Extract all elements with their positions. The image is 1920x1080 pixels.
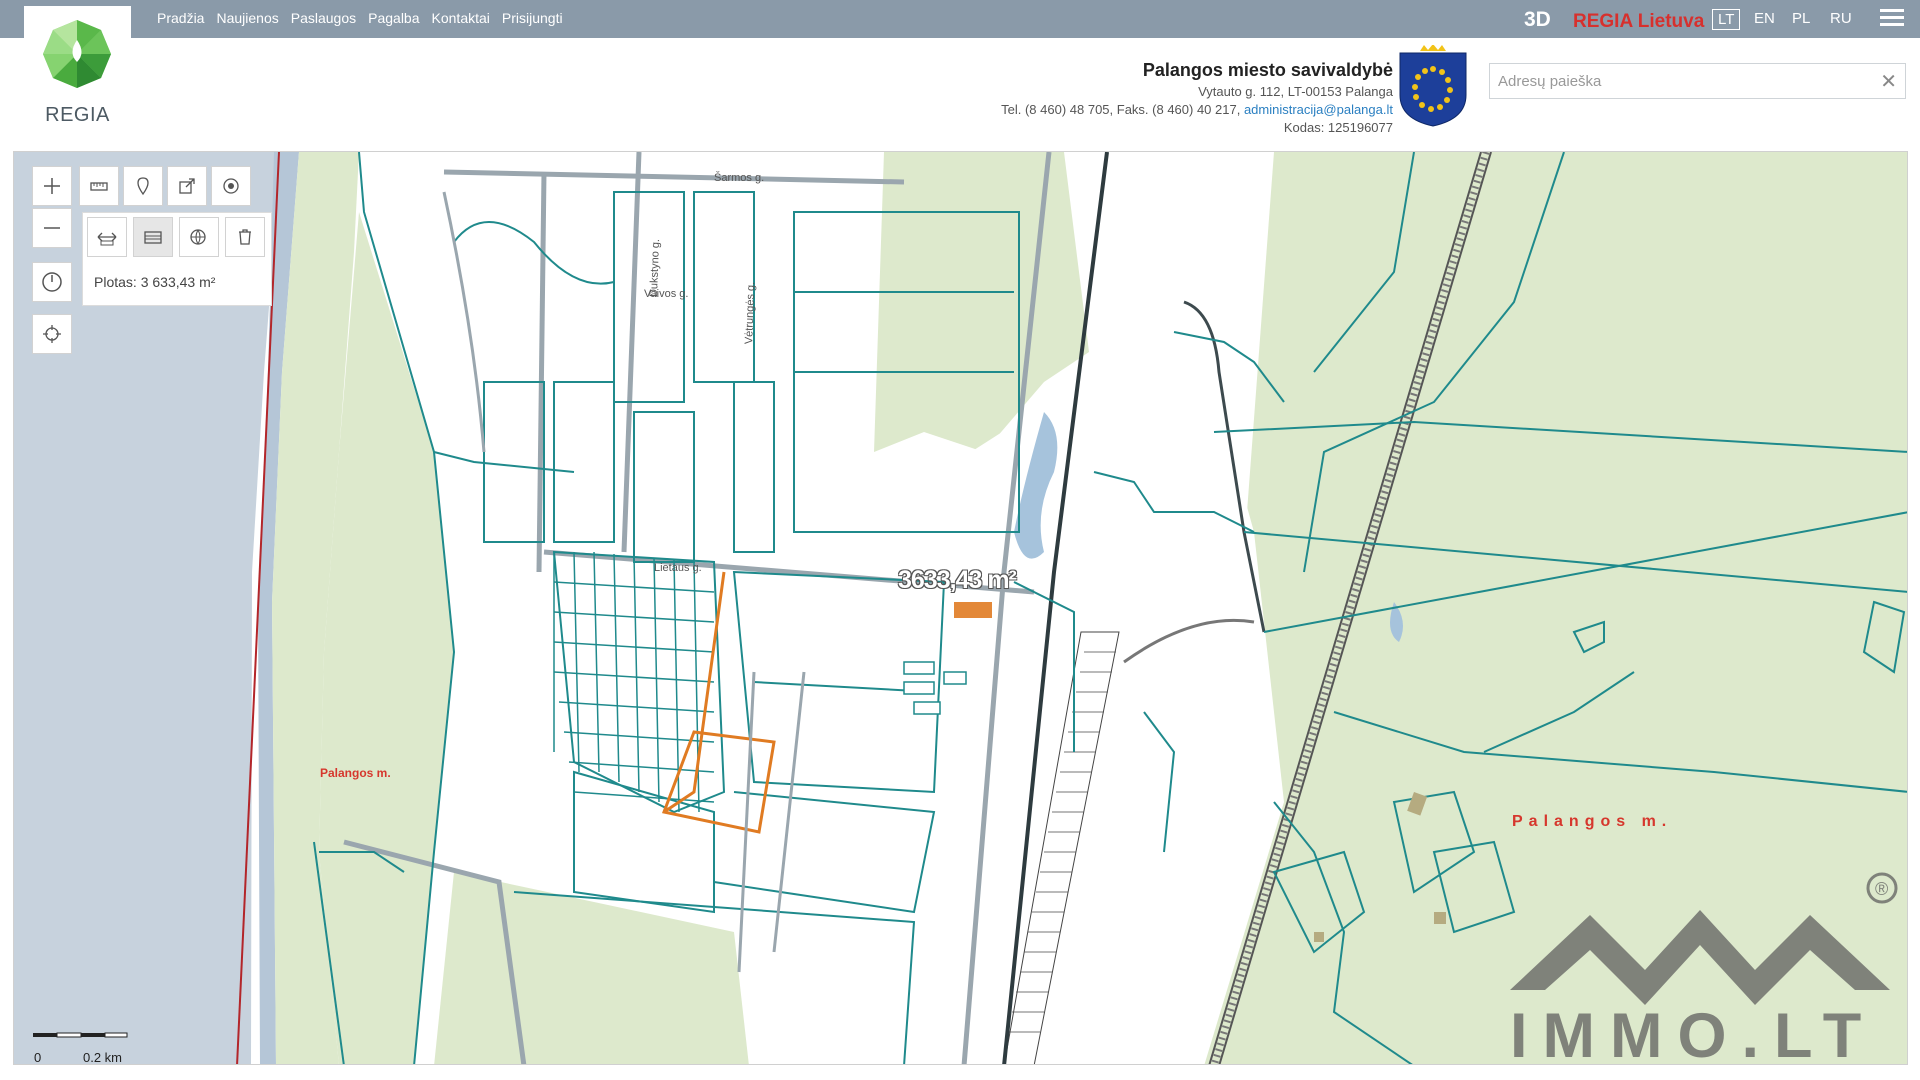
place-label-palanga-left: Palangos m. [320, 766, 391, 780]
municipality-code: Kodas: 125196077 [1283, 120, 1393, 135]
3d-button[interactable]: 3D [1524, 8, 1551, 32]
municipality-email-link[interactable]: administracija@palanga.lt [1244, 102, 1393, 117]
registered-mark: ® [1875, 879, 1888, 899]
locate-button[interactable] [211, 166, 251, 206]
clear-search-icon[interactable]: ✕ [1880, 69, 1897, 94]
gps-button[interactable] [32, 314, 72, 354]
plus-icon [44, 178, 60, 194]
street-label-sarmos: Šarmos g. [714, 172, 765, 184]
nav-pradzia[interactable]: Pradžia [157, 10, 204, 26]
municipality-address: Vytauto g. 112, LT-00153 Palanga [1198, 84, 1393, 99]
municipality-info: Palangos miesto savivaldybė Vytauto g. 1… [1001, 60, 1393, 135]
trash-icon [239, 229, 251, 245]
nav-naujienos[interactable]: Naujienos [216, 10, 278, 26]
address-search-input[interactable] [1496, 64, 1870, 98]
map-pin-icon [137, 177, 149, 196]
immo-watermark-text: IMMO.LT [1510, 1001, 1877, 1071]
measure-panel: Plotas: 3 633,43 m² [82, 212, 272, 306]
target-icon [223, 178, 239, 194]
municipality-phone: Tel. (8 460) 48 705, Faks. (8 460) 40 21… [1001, 102, 1244, 117]
minus-icon [44, 227, 60, 229]
zoom-out-button[interactable] [32, 208, 72, 248]
regia-logo[interactable]: REGIA [24, 6, 131, 136]
crosshair-icon [43, 325, 61, 343]
measure-distance-button[interactable] [87, 217, 127, 257]
clear-measure-button[interactable] [225, 217, 265, 257]
area-icon [144, 231, 162, 244]
hamburger-menu-icon[interactable] [1880, 9, 1904, 28]
nav-prisijungti[interactable]: Prisijungti [502, 10, 563, 26]
zoom-in-button[interactable] [32, 166, 72, 206]
clock-icon [42, 272, 62, 292]
place-label-palanga-right: Palangos m. [1512, 813, 1673, 830]
regia-logo-icon [43, 20, 111, 88]
scale-bar: 0 0.2 km [31, 1030, 141, 1064]
lang-ru[interactable]: RU [1825, 9, 1857, 28]
street-label-lietaus: Lietaus g. [654, 562, 702, 574]
area-value: Plotas: 3 633,43 m² [94, 274, 216, 290]
municipality-title: Palangos miesto savivaldybė [1142, 60, 1393, 80]
measure-area-button[interactable] [133, 217, 173, 257]
measure-select-button[interactable] [179, 217, 219, 257]
history-button[interactable] [32, 262, 72, 302]
nav-paslaugos[interactable]: Paslaugos [291, 10, 356, 26]
marker-button[interactable] [123, 166, 163, 206]
address-search: ✕ [1489, 63, 1906, 99]
municipality-contacts: Tel. (8 460) 48 705, Faks. (8 460) 40 21… [1001, 102, 1393, 117]
lang-en[interactable]: EN [1749, 9, 1780, 28]
measure-result-label: 3633,43 m² [898, 566, 1017, 594]
nav-kontaktai[interactable]: Kontaktai [432, 10, 490, 26]
distance-icon [97, 232, 117, 246]
share-icon [179, 178, 195, 194]
share-button[interactable] [167, 166, 207, 206]
top-bar: Pradžia Naujienos Paslaugos Pagalba Kont… [0, 0, 1920, 38]
regia-lietuva-link[interactable]: REGIA Lietuva [1573, 11, 1704, 33]
scale-end: 0.2 km [83, 1050, 123, 1065]
scale-zero: 0 [34, 1050, 42, 1065]
coat-of-arms-icon [1399, 45, 1467, 127]
lang-lt[interactable]: LT [1712, 9, 1741, 30]
scale-bar-graphic [33, 1032, 128, 1038]
street-label-vaivos: Vaivos g. [644, 288, 689, 300]
lang-pl[interactable]: PL [1787, 9, 1815, 28]
street-label-vetrunges: Vėtrungės g. [743, 281, 758, 345]
measure-button[interactable] [79, 166, 119, 206]
logo-text: REGIA [45, 104, 110, 126]
nav-pagalba[interactable]: Pagalba [368, 10, 419, 26]
ruler-icon [90, 182, 108, 191]
main-nav: Pradžia Naujienos Paslaugos Pagalba Kont… [157, 10, 575, 26]
globe-cursor-icon [190, 229, 206, 245]
